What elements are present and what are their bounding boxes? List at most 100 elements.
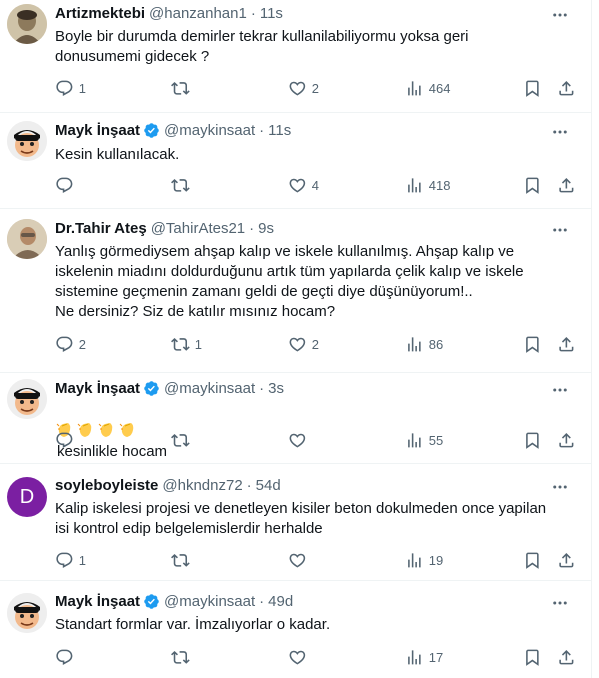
views-button[interactable]: 19	[405, 551, 443, 570]
more-options-icon[interactable]	[550, 593, 570, 613]
reply-button[interactable]	[55, 431, 79, 450]
retweet-button[interactable]	[171, 551, 195, 570]
view-count: 464	[428, 80, 451, 96]
share-button[interactable]	[557, 79, 576, 98]
views-button[interactable]: 464	[405, 79, 450, 98]
verified-badge-icon	[143, 380, 160, 397]
tweet-text: Yanlış görmediysem ahşap kalıp ve iskele…	[55, 243, 524, 320]
verified-badge-icon	[143, 122, 160, 139]
timestamp[interactable]: 11s	[268, 122, 291, 139]
reply-icon	[56, 552, 73, 568]
share-button[interactable]	[557, 431, 576, 450]
more-options-icon[interactable]	[550, 5, 570, 25]
like-button[interactable]	[288, 431, 312, 450]
like-count: 2	[311, 80, 319, 96]
tweet[interactable]: Mayk İnşaat @maykinsaat · 3s kesinlikle …	[0, 373, 592, 464]
author-name[interactable]: soyleboyleiste	[55, 477, 158, 494]
views-icon	[408, 337, 421, 352]
tweet[interactable]: Dr.Tahir Ateş @TahirAtes21 · 9s Yanlış g…	[0, 209, 592, 373]
retweet-button[interactable]	[171, 431, 195, 450]
bookmark-button[interactable]	[523, 176, 542, 195]
more-options-icon[interactable]	[550, 220, 570, 240]
timestamp[interactable]: 49d	[268, 593, 293, 610]
retweet-icon	[171, 554, 190, 567]
like-button[interactable]	[288, 551, 312, 570]
author-name[interactable]: Artizmektebi	[55, 5, 145, 22]
reply-button[interactable]: 1	[55, 79, 86, 98]
like-button[interactable]: 2	[288, 335, 319, 354]
timestamp[interactable]: 54d	[256, 477, 281, 494]
tweet[interactable]: Mayk İnşaat @maykinsaat · 11s Kesin kull…	[0, 113, 592, 209]
reply-button[interactable]: 2	[55, 335, 86, 354]
avatar[interactable]	[7, 4, 47, 44]
bookmark-icon	[526, 177, 539, 194]
retweet-button[interactable]	[171, 648, 195, 667]
avatar[interactable]	[7, 379, 47, 419]
timestamp[interactable]: 9s	[258, 220, 274, 237]
share-button[interactable]	[557, 551, 576, 570]
author-handle[interactable]: @maykinsaat	[164, 593, 255, 610]
author-name[interactable]: Dr.Tahir Ateş	[55, 220, 147, 237]
timestamp[interactable]: 3s	[268, 380, 284, 397]
verified-badge-icon	[143, 593, 160, 610]
view-count: 86	[428, 336, 444, 352]
reply-icon	[56, 649, 73, 665]
avatar[interactable]	[7, 121, 47, 161]
tweet[interactable]: D soyleboyleiste @hkndnz72 · 54d Kalip i…	[0, 464, 592, 581]
retweet-button[interactable]: 1	[171, 335, 202, 354]
bookmark-button[interactable]	[523, 648, 542, 667]
bookmark-icon	[526, 432, 539, 449]
views-button[interactable]: 418	[405, 176, 450, 195]
separator-dot: ·	[249, 220, 255, 237]
author-name[interactable]: Mayk İnşaat	[55, 593, 140, 610]
tweet-text: Standart formlar var. İmzalıyorlar o kad…	[55, 616, 331, 633]
tweet[interactable]: Artizmektebi @hanzanhan1 · 11s Boyle bir…	[0, 0, 592, 113]
bookmark-button[interactable]	[523, 79, 542, 98]
view-count: 17	[428, 649, 444, 665]
avatar[interactable]	[7, 219, 47, 259]
retweet-button[interactable]	[171, 79, 195, 98]
reply-count: 2	[78, 336, 86, 352]
avatar[interactable]	[7, 593, 47, 633]
author-handle[interactable]: @hkndnz72	[162, 477, 242, 494]
author-handle[interactable]: @TahirAtes21	[151, 220, 245, 237]
author-name[interactable]: Mayk İnşaat	[55, 122, 140, 139]
action-bar: 1 2 464	[55, 79, 575, 99]
views-button[interactable]: 17	[405, 648, 443, 667]
author-name[interactable]: Mayk İnşaat	[55, 380, 140, 397]
share-button[interactable]	[557, 335, 576, 354]
timestamp[interactable]: 11s	[260, 5, 283, 22]
like-button[interactable]: 2	[288, 79, 319, 98]
more-options-icon[interactable]	[550, 122, 570, 142]
more-options-icon[interactable]	[550, 380, 570, 400]
more-options-icon[interactable]	[550, 477, 570, 497]
author-handle[interactable]: @maykinsaat	[164, 122, 255, 139]
author-handle[interactable]: @maykinsaat	[164, 380, 255, 397]
views-icon	[408, 178, 421, 193]
retweet-icon	[171, 434, 190, 447]
reply-button[interactable]	[55, 176, 79, 195]
retweet-count: 1	[194, 336, 202, 352]
bookmark-button[interactable]	[523, 551, 542, 570]
like-button[interactable]	[288, 648, 312, 667]
avatar[interactable]: D	[7, 477, 47, 517]
retweet-button[interactable]	[171, 176, 195, 195]
separator-dot: ·	[259, 122, 265, 139]
bookmark-button[interactable]	[523, 431, 542, 450]
reply-button[interactable]: 1	[55, 551, 86, 570]
separator-dot: ·	[259, 380, 265, 397]
reply-icon	[56, 177, 73, 193]
view-count: 19	[428, 552, 444, 568]
tweet[interactable]: Mayk İnşaat @maykinsaat · 49d Standart f…	[0, 581, 592, 678]
bookmark-button[interactable]	[523, 335, 542, 354]
reply-button[interactable]	[55, 648, 79, 667]
like-button[interactable]: 4	[288, 176, 319, 195]
author-handle[interactable]: @hanzanhan1	[149, 5, 247, 22]
share-button[interactable]	[557, 648, 576, 667]
views-button[interactable]: 86	[405, 335, 443, 354]
views-button[interactable]: 55	[405, 431, 443, 450]
share-icon	[559, 553, 574, 568]
reply-icon	[56, 336, 73, 352]
share-button[interactable]	[557, 176, 576, 195]
like-count: 4	[311, 177, 319, 193]
